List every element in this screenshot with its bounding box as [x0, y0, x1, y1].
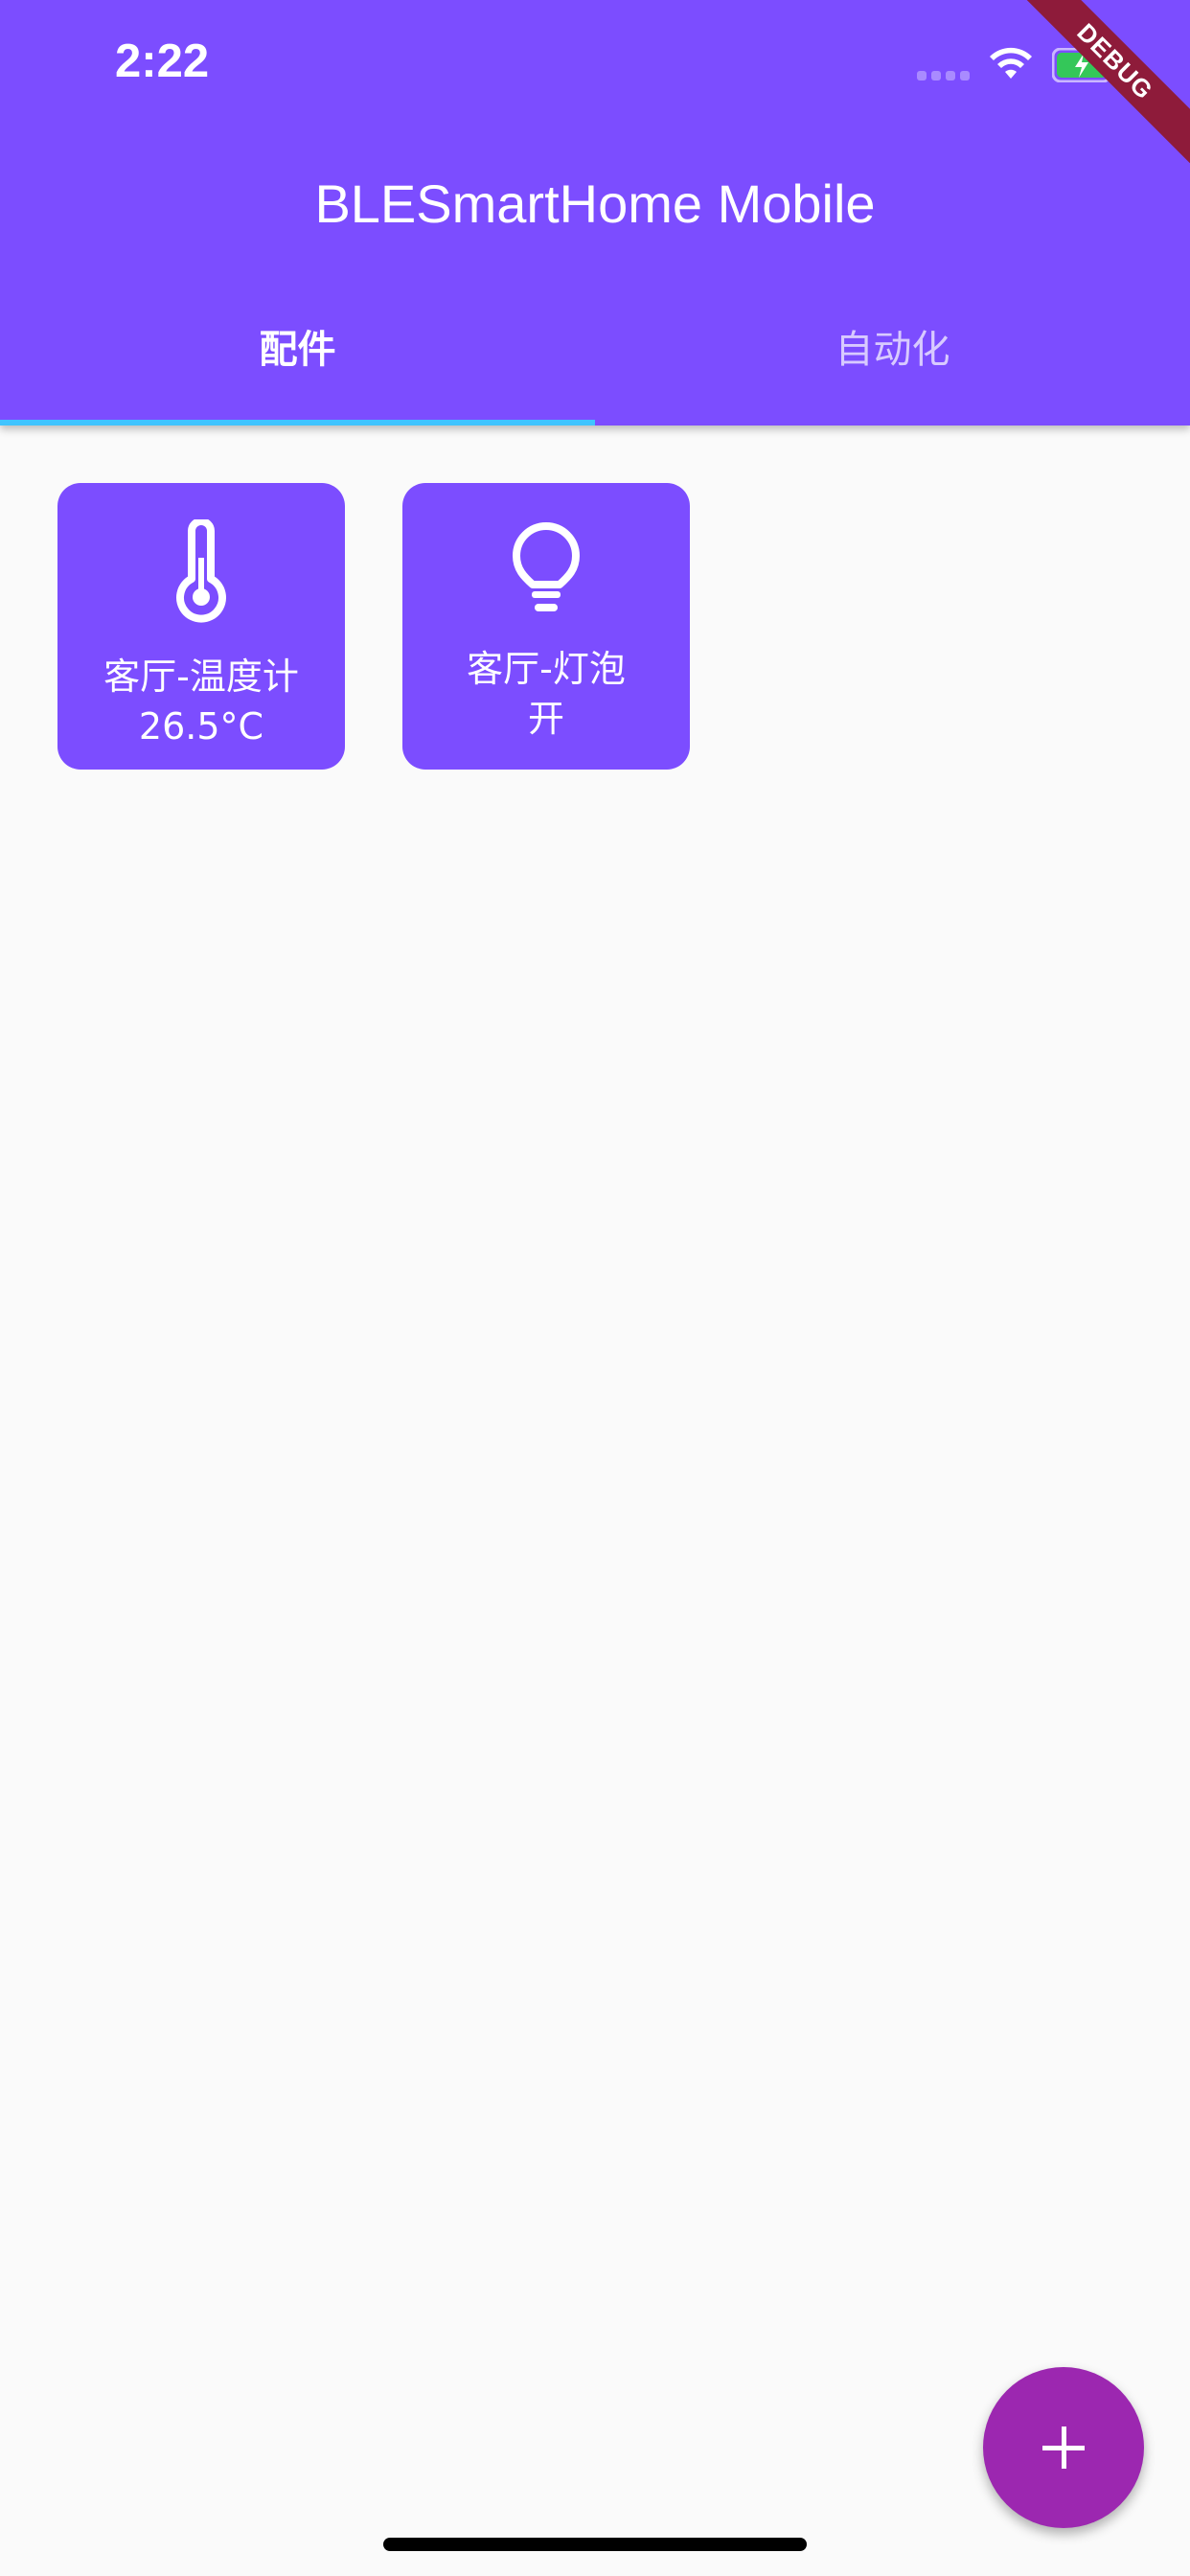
tab-accessories[interactable]: 配件 — [0, 316, 595, 422]
wifi-icon — [990, 47, 1032, 79]
home-indicator[interactable] — [383, 2538, 807, 2551]
app-bar: 2:22 BLESmartHome Mobile 配件 自动化 — [0, 0, 1190, 426]
tab-indicator — [0, 420, 595, 426]
accessory-tile-label: 客厅-灯泡 开 — [402, 644, 690, 744]
accessory-state: 26.5°C — [138, 705, 264, 748]
accessory-name: 客厅-温度计 — [103, 656, 299, 698]
add-accessory-button[interactable] — [983, 2367, 1144, 2528]
accessory-name: 客厅-灯泡 — [467, 648, 626, 690]
accessory-tile-label: 客厅-温度计 26.5°C — [57, 652, 345, 751]
accessory-state: 开 — [527, 698, 564, 740]
status-time: 2:22 — [115, 35, 210, 87]
cellular-signal-icon — [917, 71, 971, 80]
accessory-tile-thermometer[interactable]: 客厅-温度计 26.5°C — [57, 483, 345, 770]
app-title: BLESmartHome Mobile — [314, 173, 876, 234]
tab-automation[interactable]: 自动化 — [595, 316, 1190, 422]
accessory-tile-lightbulb[interactable]: 客厅-灯泡 开 — [402, 483, 690, 770]
lightbulb-icon — [513, 522, 580, 611]
thermometer-icon — [176, 519, 226, 623]
